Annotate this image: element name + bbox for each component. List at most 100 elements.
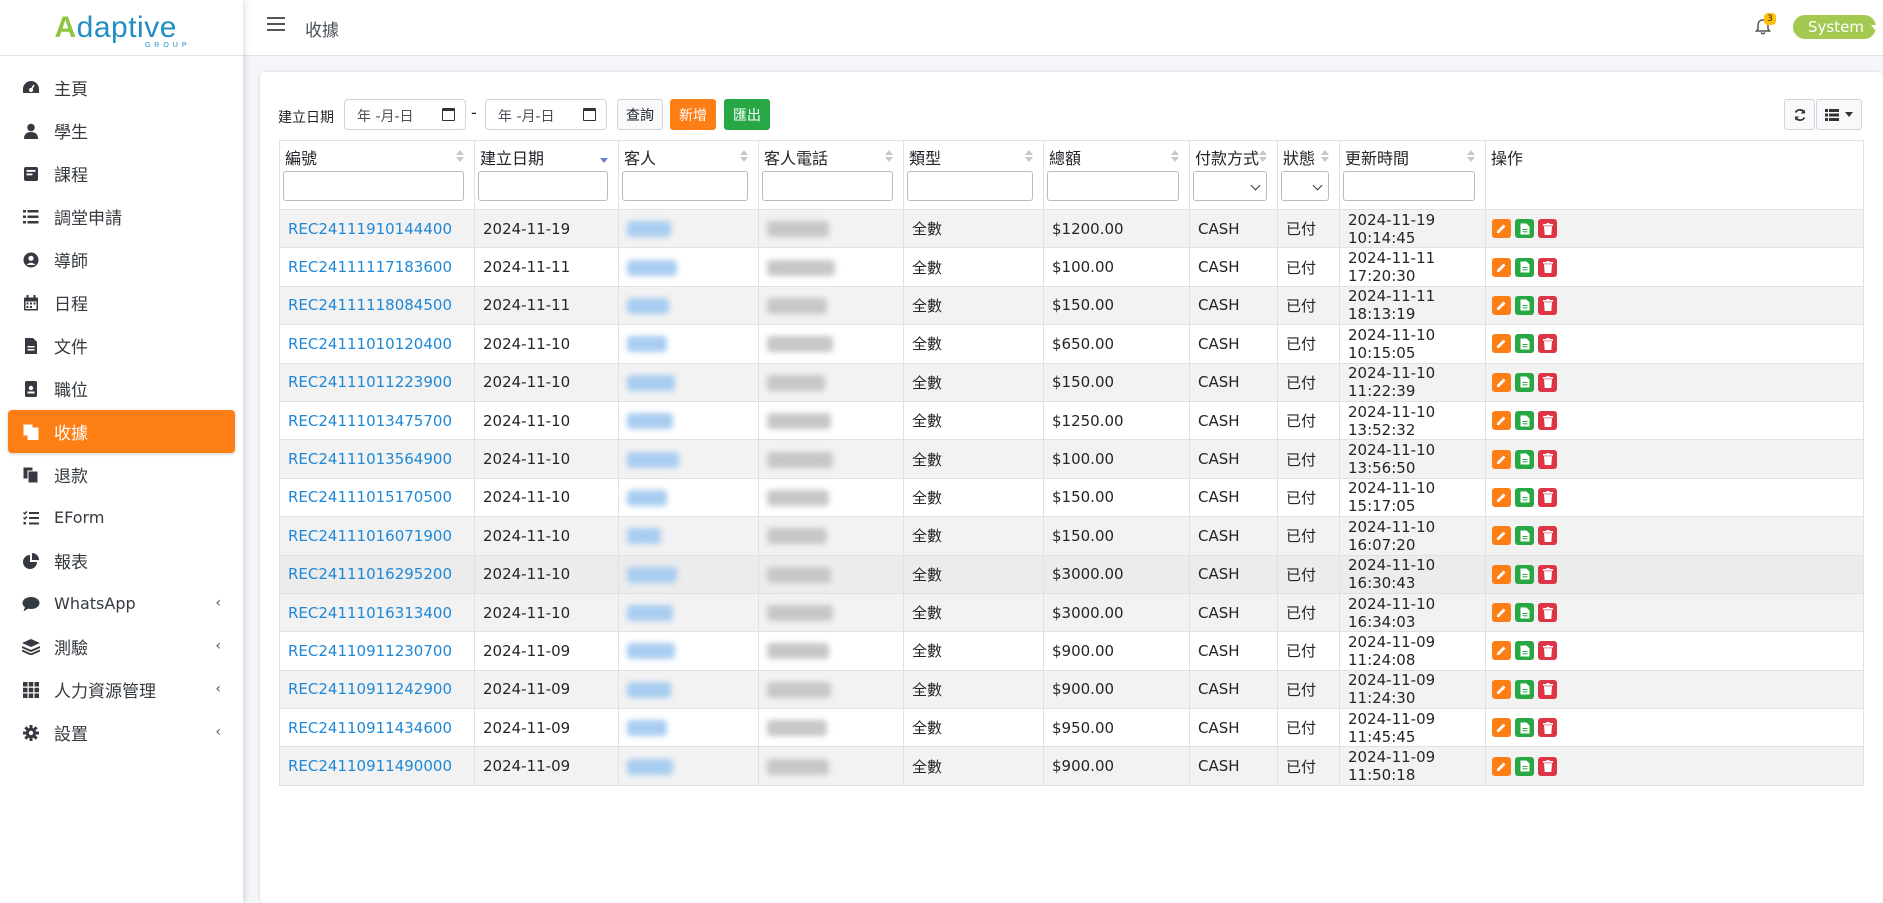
receipt-link[interactable]: REC24111010120400	[288, 335, 452, 353]
delete-button[interactable]	[1538, 449, 1557, 469]
sidebar-item-12[interactable]: WhatsApp ‹	[8, 582, 235, 625]
view-receipt-button[interactable]	[1515, 219, 1534, 239]
delete-button[interactable]	[1538, 487, 1557, 507]
table-row[interactable]: REC24111118084500 2024-11-11 全數 $150.00 CASH…	[279, 285, 1864, 326]
edit-button[interactable]	[1492, 718, 1511, 738]
table-row[interactable]: REC24110911230700 2024-11-09 全數 $900.00 CASH…	[279, 631, 1864, 671]
sidebar-item-4[interactable]: 導師	[8, 238, 235, 281]
delete-button[interactable]	[1538, 411, 1557, 431]
view-receipt-button[interactable]	[1515, 449, 1534, 469]
calendar-icon[interactable]	[442, 108, 455, 121]
sidebar-item-1[interactable]: 學生	[8, 109, 235, 152]
table-row[interactable]: REC24111016295200 2024-11-10 全數 $3000.00 CAS…	[279, 554, 1864, 594]
col-header-customer[interactable]: 客人	[618, 140, 759, 210]
edit-button[interactable]	[1492, 411, 1511, 431]
edit-button[interactable]	[1492, 756, 1511, 776]
table-row[interactable]: REC24111013475700 2024-11-10 全數 $1250.00 CAS…	[279, 400, 1864, 441]
delete-button[interactable]	[1538, 718, 1557, 738]
table-row[interactable]: REC24110911434600 2024-11-09 全數 $950.00 CASH…	[279, 708, 1864, 748]
date-from-input[interactable]: 年 -月-日	[344, 99, 466, 130]
sort-icon[interactable]	[456, 150, 464, 162]
receipt-link[interactable]: REC24110911242900	[288, 680, 452, 698]
chevron-left-icon[interactable]: ‹	[215, 724, 221, 740]
edit-button[interactable]	[1492, 219, 1511, 239]
col-header-type[interactable]: 類型	[903, 140, 1044, 210]
date-to-input[interactable]: 年 -月-日	[485, 99, 607, 130]
view-receipt-button[interactable]	[1515, 641, 1534, 661]
user-menu-button[interactable]: System	[1793, 15, 1879, 39]
col-header-date[interactable]: 建立日期	[474, 140, 619, 210]
edit-button[interactable]	[1492, 603, 1511, 623]
table-row[interactable]: REC24111013564900 2024-11-10 全數 $100.00 CASH…	[279, 439, 1864, 479]
edit-button[interactable]	[1492, 641, 1511, 661]
delete-button[interactable]	[1538, 756, 1557, 776]
delete-button[interactable]	[1538, 334, 1557, 354]
edit-button[interactable]	[1492, 257, 1511, 277]
view-receipt-button[interactable]	[1515, 372, 1534, 392]
col-header-updated[interactable]: 更新時間	[1339, 140, 1486, 210]
columns-toggle-button[interactable]	[1816, 99, 1862, 130]
calendar-icon[interactable]	[583, 108, 596, 121]
query-button[interactable]: 查詢	[617, 99, 663, 130]
receipt-link[interactable]: REC24111910144400	[288, 220, 452, 238]
receipt-link[interactable]: REC24111016071900	[288, 527, 452, 545]
sidebar-item-14[interactable]: 人力資源管理 ‹	[8, 668, 235, 711]
sort-icon[interactable]	[885, 150, 893, 162]
table-row[interactable]: REC24111015170500 2024-11-10 全數 $150.00 CASH…	[279, 477, 1864, 518]
edit-button[interactable]	[1492, 334, 1511, 354]
sidebar-item-7[interactable]: 職位	[8, 367, 235, 410]
sidebar-item-0[interactable]: 主頁	[8, 66, 235, 109]
delete-button[interactable]	[1538, 219, 1557, 239]
sort-icon[interactable]	[1259, 150, 1267, 162]
view-receipt-button[interactable]	[1515, 334, 1534, 354]
delete-button[interactable]	[1538, 564, 1557, 584]
filter-input-date[interactable]	[478, 171, 608, 201]
sidebar-item-6[interactable]: 文件	[8, 324, 235, 367]
sidebar-item-3[interactable]: 調堂申請	[8, 195, 235, 238]
sidebar-item-9[interactable]: 退款	[8, 453, 235, 496]
add-button[interactable]: 新增	[670, 99, 716, 130]
edit-button[interactable]	[1492, 449, 1511, 469]
sort-icon[interactable]	[1171, 150, 1179, 162]
table-row[interactable]: REC24110911490000 2024-11-09 全數 $900.00 CASH…	[279, 746, 1864, 786]
table-row[interactable]: REC24111016071900 2024-11-10 全數 $150.00 CASH…	[279, 516, 1864, 556]
delete-button[interactable]	[1538, 372, 1557, 392]
view-receipt-button[interactable]	[1515, 679, 1534, 699]
sort-icon[interactable]	[1321, 150, 1329, 162]
view-receipt-button[interactable]	[1515, 487, 1534, 507]
sort-icon[interactable]	[1025, 150, 1033, 162]
edit-button[interactable]	[1492, 295, 1511, 315]
col-header-payment[interactable]: 付款方式	[1189, 140, 1278, 210]
filter-input-total[interactable]	[1047, 171, 1179, 201]
col-header-id[interactable]: 編號	[279, 140, 475, 210]
filter-input-customer[interactable]	[622, 171, 748, 201]
logo[interactable]: Adaptive GROUP	[47, 6, 197, 50]
filter-input-updated[interactable]	[1343, 171, 1475, 201]
view-receipt-button[interactable]	[1515, 718, 1534, 738]
col-header-phone[interactable]: 客人電話	[758, 140, 904, 210]
table-row[interactable]: REC24111016313400 2024-11-10 全數 $3000.00 CAS…	[279, 592, 1864, 633]
edit-button[interactable]	[1492, 564, 1511, 584]
receipt-link[interactable]: REC24111016313400	[288, 604, 452, 622]
view-receipt-button[interactable]	[1515, 411, 1534, 431]
sidebar-item-10[interactable]: EForm	[8, 496, 235, 539]
delete-button[interactable]	[1538, 679, 1557, 699]
table-row[interactable]: REC24110911242900 2024-11-09 全數 $900.00 CASH…	[279, 669, 1864, 710]
edit-button[interactable]	[1492, 679, 1511, 699]
receipt-link[interactable]: REC24110911230700	[288, 642, 452, 660]
table-row[interactable]: REC24111011223900 2024-11-10 全數 $150.00 CASH…	[279, 362, 1864, 402]
filter-select-status[interactable]	[1281, 171, 1329, 201]
receipt-link[interactable]: REC24111118084500	[288, 296, 452, 314]
receipt-link[interactable]: REC24110911434600	[288, 719, 452, 737]
chevron-left-icon[interactable]: ‹	[215, 638, 221, 654]
sidebar-item-13[interactable]: 測驗 ‹	[8, 625, 235, 668]
receipt-link[interactable]: REC24111011223900	[288, 373, 452, 391]
view-receipt-button[interactable]	[1515, 603, 1534, 623]
receipt-link[interactable]: REC24111013475700	[288, 412, 452, 430]
col-header-status[interactable]: 狀態	[1277, 140, 1340, 210]
sidebar-item-2[interactable]: 課程	[8, 152, 235, 195]
table-row[interactable]: REC24111910144400 2024-11-19 全數 $1200.00 CAS…	[279, 208, 1864, 249]
sidebar-item-5[interactable]: 日程	[8, 281, 235, 324]
filter-input-type[interactable]	[907, 171, 1033, 201]
receipt-link[interactable]: REC24111013564900	[288, 450, 452, 468]
